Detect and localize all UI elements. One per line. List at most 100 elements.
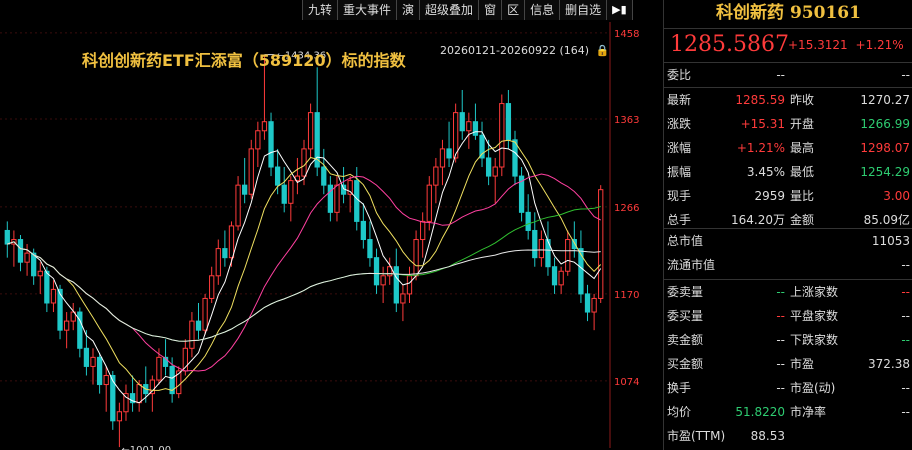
stat-label: 市盈(TTM): [667, 429, 726, 443]
ma20-line: [7, 173, 601, 372]
stat-label-2: 市净率: [790, 405, 827, 419]
candle-body: [90, 356, 96, 367]
quote-panel: 科创新药 950161 1285.5867 +15.3121 +1.21% 委比…: [663, 0, 912, 450]
candle-body: [116, 411, 123, 422]
candle-body: [17, 239, 24, 263]
candle-body: [505, 103, 512, 141]
toolbar-remove-watchlist-button[interactable]: 删自选: [560, 0, 608, 20]
panel-title: 科创新药 950161: [716, 3, 861, 23]
weibi-value-2: --: [901, 68, 910, 82]
ma120-line: [7, 241, 601, 342]
candle-body: [195, 320, 202, 331]
candle-body: [327, 184, 334, 213]
quote-row: 涨跌 +15.31 开盘 1266.99: [664, 113, 912, 135]
candle-body: [24, 252, 30, 263]
candle-body: [551, 266, 558, 286]
price-change-percent: +1.21%: [855, 38, 904, 52]
candle-body: [321, 166, 327, 186]
candle-body: [4, 229, 10, 245]
candle-body: [209, 275, 215, 299]
candle-body: [281, 184, 287, 204]
stat-value: --: [776, 357, 785, 371]
quote-value: 2959: [754, 189, 785, 203]
quote-label: 振幅: [667, 165, 692, 179]
candle-body: [354, 180, 360, 222]
pin-icon[interactable]: ▶▮: [607, 0, 633, 20]
candle-body: [215, 248, 221, 277]
stat-value: 88.53: [750, 429, 785, 443]
candle-body: [360, 220, 366, 241]
candle-body: [512, 139, 518, 177]
chart-range-text: 20260121-20260922 (164): [440, 44, 590, 57]
stat-value-2: --: [901, 309, 910, 323]
stat-value-2: --: [901, 285, 910, 299]
candle-body: [433, 166, 439, 186]
stat-label: 买金额: [667, 357, 704, 371]
quote-label: 现手: [667, 189, 692, 203]
stat-label-2: 平盘家数: [790, 309, 839, 323]
quote-value: +1.21%: [736, 141, 785, 155]
candle-body: [538, 239, 545, 259]
quote-label: 最新: [667, 93, 692, 107]
candle-body: [37, 270, 43, 277]
candle-body: [235, 184, 241, 227]
stat-label-2: 下跌家数: [790, 333, 839, 347]
candle-body: [268, 121, 274, 168]
quote-value-2: 3.00: [883, 189, 910, 203]
candle-body: [255, 130, 261, 150]
quote-label-2: 开盘: [790, 117, 815, 131]
stat-label: 委买量: [667, 309, 704, 323]
stat-label: 委卖量: [667, 285, 704, 299]
stat-value: --: [776, 309, 785, 323]
stat-value-2: --: [901, 333, 910, 347]
market-cap-label: 总市值: [667, 234, 704, 248]
stat-label: 卖金额: [667, 333, 704, 347]
stat-label: 均价: [667, 405, 692, 419]
candle-body: [44, 270, 50, 304]
candle-body: [373, 257, 380, 286]
candle-body: [274, 166, 281, 186]
stat-row: 均价 51.8220 市净率 --: [664, 401, 912, 423]
candle-body: [248, 148, 254, 195]
candle-body: [156, 356, 162, 381]
toolbar-info-button[interactable]: 信息: [525, 0, 561, 20]
latest-price: 1285.5867: [670, 32, 789, 57]
quote-label-2: 最高: [790, 141, 815, 155]
stat-label-2: 市盈(动): [790, 381, 836, 395]
candle-body: [63, 320, 70, 331]
candle-body: [413, 239, 419, 277]
candle-body: [83, 347, 90, 367]
quote-row: 涨幅 +1.21% 最高 1298.07: [664, 137, 912, 159]
candle-body: [466, 121, 472, 132]
stat-value: 51.8220: [735, 405, 785, 419]
toolbar-jiuzhuan-button[interactable]: 九转: [303, 0, 339, 20]
stat-value-2: --: [901, 381, 910, 395]
lock-icon[interactable]: 🔒: [596, 44, 610, 57]
toolbar-major-events-button[interactable]: 重大事件: [338, 0, 398, 20]
toolbar-zone-button[interactable]: 区: [502, 0, 526, 20]
quote-value: +15.31: [740, 117, 785, 131]
candle-body: [261, 121, 268, 132]
kline-chart-area[interactable]: 14581363126611701074←1434.36←1001.00 九转 …: [0, 0, 662, 450]
float-cap-value: --: [901, 258, 910, 272]
stat-value-2: 372.38: [868, 357, 910, 371]
quote-value: 1285.59: [735, 93, 785, 107]
candle-body: [228, 225, 235, 259]
candle-body: [301, 148, 307, 177]
quote-label: 涨跌: [667, 117, 692, 131]
candle-body: [598, 189, 604, 299]
stat-label-2: 市盈: [790, 357, 815, 371]
toolbar-super-overlay-button[interactable]: 超级叠加: [420, 0, 480, 20]
candle-body: [525, 211, 531, 231]
toolbar-window-button[interactable]: 窗: [479, 0, 503, 20]
candle-body: [242, 184, 248, 195]
stat-value: --: [776, 285, 785, 299]
candle-body: [334, 184, 340, 213]
candle-body: [123, 393, 129, 413]
quote-value-2: 1254.29: [860, 165, 910, 179]
candle-body: [472, 121, 479, 136]
quote-row: 最新 1285.59 昨收 1270.27: [664, 89, 912, 111]
y-tick-label: 1266: [614, 203, 639, 214]
chart-date-range: 20260121-20260922 (164) 🔒: [440, 44, 609, 57]
toolbar-yan-button[interactable]: 演: [397, 0, 421, 20]
